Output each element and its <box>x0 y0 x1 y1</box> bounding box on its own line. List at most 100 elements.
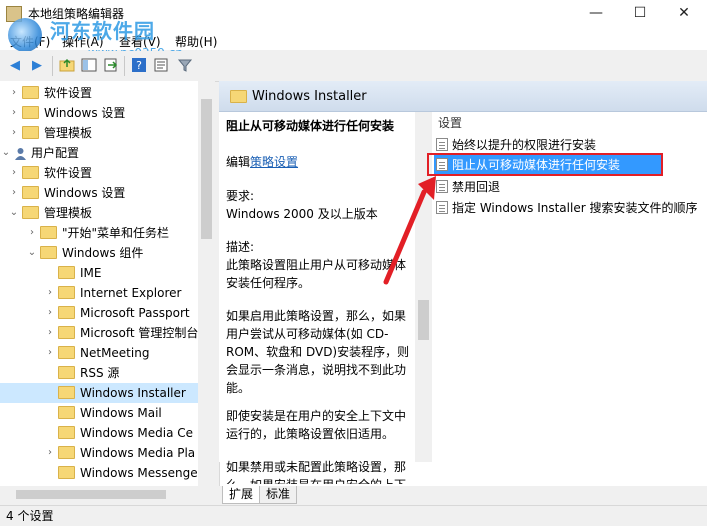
maximize-button[interactable]: ☐ <box>618 0 662 28</box>
properties-icon[interactable] <box>152 57 170 75</box>
folder-icon <box>58 326 75 339</box>
tree-item-label: Microsoft Passport <box>80 306 190 320</box>
folder-icon <box>22 126 39 139</box>
highlight-annotation <box>427 153 663 176</box>
list-item[interactable]: 禁用回退 <box>436 177 500 197</box>
folder-icon <box>40 226 57 239</box>
tree-item-label: Windows Media Ce <box>80 426 193 440</box>
folder-icon <box>58 466 75 479</box>
minimize-button[interactable]: — <box>574 0 618 28</box>
expand-chevron-icon[interactable]: › <box>26 223 38 243</box>
tree-item-label: Windows Messenge <box>80 466 198 480</box>
expand-chevron-icon[interactable]: › <box>8 103 20 123</box>
up-folder-icon[interactable] <box>58 57 76 75</box>
expand-chevron-icon[interactable]: › <box>44 443 56 463</box>
folder-icon <box>40 246 57 259</box>
back-icon[interactable]: ◀ <box>6 57 24 75</box>
folder-icon <box>22 106 39 119</box>
tree-item-label: 软件设置 <box>44 86 93 100</box>
tree-item-label: 软件设置 <box>44 166 93 180</box>
collapse-chevron-icon[interactable]: ⌄ <box>8 203 20 223</box>
export-list-icon[interactable] <box>102 57 120 75</box>
arrow-annotation <box>383 176 436 285</box>
tree-item-label: "开始"菜单和任务栏 <box>62 226 170 240</box>
expand-chevron-icon[interactable]: › <box>8 123 20 143</box>
expand-chevron-icon[interactable]: › <box>8 83 20 103</box>
tree-item[interactable]: IME <box>0 263 198 283</box>
tree-item-label: Windows 设置 <box>44 106 126 120</box>
tab-standard[interactable]: 标准 <box>259 486 298 504</box>
list-item-label: 指定 Windows Installer 搜索安装文件的顺序 <box>452 201 698 215</box>
folder-icon <box>22 186 39 199</box>
tree-item[interactable]: ⌄ 管理模板 <box>0 203 198 223</box>
description-disabled: 如果禁用或未配置此策略设置，那么，如果安装是在用户安全的上下文 <box>226 460 407 484</box>
folder-icon <box>58 386 75 399</box>
tree-item[interactable]: Windows Media Ce <box>0 423 198 443</box>
tree-item[interactable]: RSS 源 <box>0 363 198 383</box>
tree-item[interactable]: Windows Messenge <box>0 463 198 483</box>
tree-item[interactable]: › Microsoft 管理控制台 <box>0 323 198 343</box>
tree-item[interactable]: › NetMeeting <box>0 343 198 363</box>
tree-item[interactable]: Windows Mail <box>0 403 198 423</box>
folder-icon <box>22 86 39 99</box>
tree-item[interactable]: › "开始"菜单和任务栏 <box>0 223 198 243</box>
tree-item-label: 管理模板 <box>44 206 93 220</box>
details-title: Windows Installer <box>252 89 367 104</box>
folder-icon <box>58 426 75 439</box>
status-bar <box>0 505 707 526</box>
folder-icon <box>22 166 39 179</box>
tree-item-label: RSS 源 <box>80 366 120 380</box>
expand-chevron-icon[interactable]: › <box>44 323 56 343</box>
list-item[interactable]: 始终以提升的权限进行安装 <box>436 135 661 155</box>
edit-policy-link[interactable]: 策略设置 <box>250 155 298 169</box>
help-icon[interactable]: ? <box>130 57 148 75</box>
expand-chevron-icon[interactable]: › <box>8 163 20 183</box>
tree-item-label: 用户配置 <box>31 146 80 160</box>
forward-icon[interactable]: ▶ <box>28 57 46 75</box>
user-config-icon <box>14 146 27 160</box>
filter-icon[interactable] <box>176 57 194 75</box>
tree-item-label: Windows 设置 <box>44 186 126 200</box>
tree-item-label: IME <box>80 266 102 280</box>
tree-item-label: 管理模板 <box>44 126 93 140</box>
tree-item-label: Microsoft 管理控制台 <box>80 326 199 340</box>
tree-scroll-thumb[interactable] <box>201 99 212 239</box>
tree-item-label: Windows 组件 <box>62 246 144 260</box>
tree-item[interactable]: › Internet Explorer <box>0 283 198 303</box>
tree-item[interactable]: › 软件设置 <box>0 163 198 183</box>
collapse-chevron-icon[interactable]: ⌄ <box>0 143 12 163</box>
svg-text:?: ? <box>136 59 142 72</box>
tree-item[interactable]: › 软件设置 <box>0 83 198 103</box>
folder-icon <box>230 90 247 104</box>
tree-hscroll-thumb[interactable] <box>16 490 166 499</box>
watermark-logo <box>8 18 42 52</box>
tree-item-selected[interactable]: Windows Installer <box>0 383 198 403</box>
tree-item[interactable]: › Windows 设置 <box>0 103 198 123</box>
description-scroll-thumb[interactable] <box>418 300 429 340</box>
expand-chevron-icon[interactable]: › <box>8 183 20 203</box>
tree-item[interactable]: › Windows Media Pla <box>0 443 198 463</box>
status-text: 4 个设置 <box>6 509 54 523</box>
tree-item[interactable]: › 管理模板 <box>0 123 198 143</box>
expand-chevron-icon[interactable]: › <box>44 343 56 363</box>
toolbar-separator <box>124 56 125 76</box>
folder-icon <box>22 206 39 219</box>
expand-chevron-icon[interactable]: › <box>44 303 56 323</box>
list-item[interactable]: 指定 Windows Installer 搜索安装文件的顺序 <box>436 198 697 218</box>
tree-item[interactable]: ⌄ Windows 组件 <box>0 243 198 263</box>
list-item-label: 禁用回退 <box>452 180 501 194</box>
close-button[interactable]: ✕ <box>662 0 706 28</box>
tab-extended[interactable]: 扩展 <box>222 486 261 504</box>
tree-item-label: Windows Mail <box>80 406 162 420</box>
tree-pane[interactable]: › 软件设置 › Windows 设置 › 管理模板 ⌄ 用户配置 › 软件设置 › Windows … <box>0 81 199 486</box>
list-header-setting[interactable]: 设置 <box>438 113 462 133</box>
folder-icon <box>58 286 75 299</box>
tree-item[interactable]: › Microsoft Passport <box>0 303 198 323</box>
tree-item[interactable]: ⌄ 用户配置 <box>0 143 198 163</box>
expand-chevron-icon[interactable]: › <box>44 283 56 303</box>
collapse-chevron-icon[interactable]: ⌄ <box>26 243 38 263</box>
tree-item[interactable]: › Windows 设置 <box>0 183 198 203</box>
edit-policy-line: 编辑策略设置 <box>226 153 412 171</box>
description-heading: 阻止从可移动媒体进行任何安装 <box>226 119 395 133</box>
show-hide-tree-icon[interactable] <box>80 57 98 75</box>
